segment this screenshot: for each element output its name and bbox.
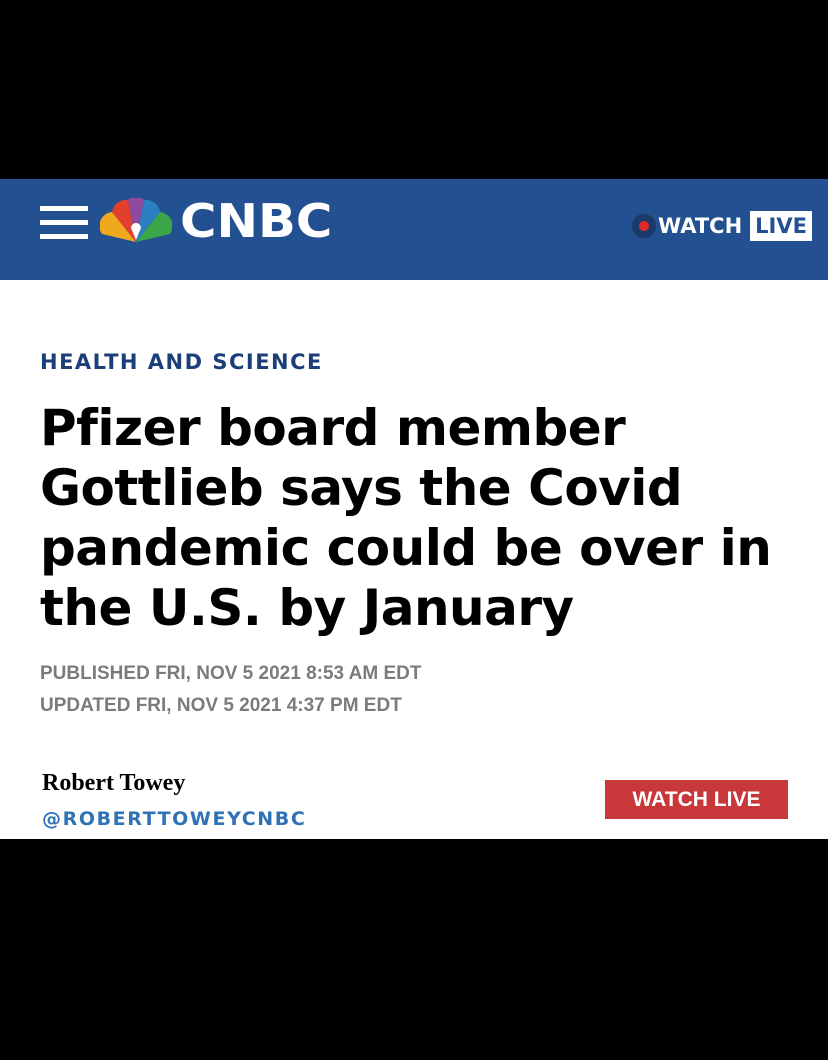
published-date: PUBLISHED FRI, NOV 5 2021 8:53 AM EDT [40,663,422,684]
top-letterbox [0,0,828,179]
hamburger-menu-icon[interactable] [40,206,88,242]
nbc-peacock-icon [100,198,172,242]
watch-live-button[interactable]: WATCH LIVE [605,780,788,819]
brand-wordmark: CNBC [180,194,333,248]
live-dot-icon [632,214,656,238]
watch-label: WATCH [658,214,743,238]
article-headline: Pfizer board member Gottlieb says the Co… [40,399,772,637]
updated-date: UPDATED FRI, NOV 5 2021 4:37 PM EDT [40,695,402,716]
bottom-letterbox [0,839,828,1060]
author-twitter-handle[interactable]: @ROBERTTOWEYCNBC [42,808,306,830]
header-watch-live-link[interactable]: WATCH LIVE [632,209,812,243]
live-badge: LIVE [750,211,812,241]
section-link[interactable]: HEALTH AND SCIENCE [40,350,323,374]
cnbc-logo[interactable]: CNBC [100,194,332,248]
author-name[interactable]: Robert Towey [42,770,185,797]
